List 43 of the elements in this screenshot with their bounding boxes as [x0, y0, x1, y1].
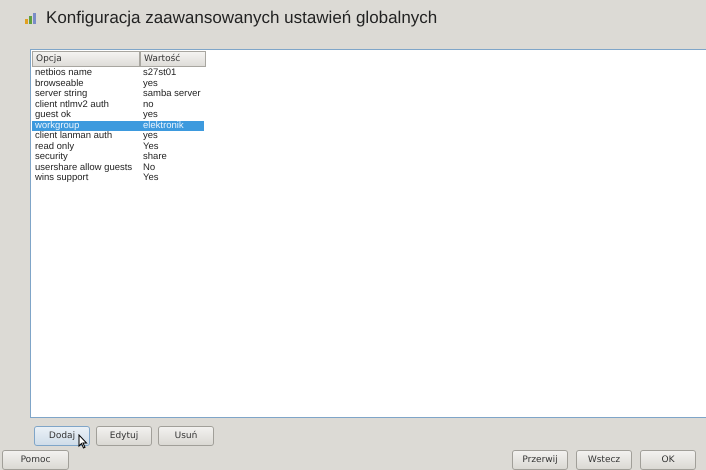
table-cell-text: share	[142, 152, 167, 162]
column-header[interactable]: Opcja	[32, 51, 140, 67]
table-cell-text: yes	[142, 78, 158, 89]
back-button[interactable]: Wstecz	[576, 450, 632, 470]
table-cell-text: server string	[34, 89, 88, 100]
table-cell-text: Yes	[142, 142, 158, 152]
table-cell-text: read only	[34, 142, 76, 152]
table-cell-text: yes	[142, 110, 158, 120]
table-row[interactable]: browseable yes	[32, 78, 204, 89]
table-row[interactable]: netbios name s27st01	[32, 68, 204, 78]
table-cell-text: workgroup	[34, 120, 80, 131]
column-header[interactable]: Wartość	[140, 51, 206, 67]
edit-button[interactable]: Edytuj	[96, 426, 152, 446]
table-cell-text: yes	[142, 131, 158, 142]
table-cell-text: elektronik	[142, 120, 184, 131]
table-cell-text: usershare allow guests	[34, 162, 134, 173]
remove-button[interactable]: Usuń	[158, 426, 214, 446]
table-cell-text: No	[142, 162, 156, 173]
table-cell-text: samba server	[142, 89, 201, 100]
table-row[interactable]: read only Yes	[32, 142, 204, 152]
ok-button[interactable]: OK	[640, 450, 696, 470]
table-cell-text: Yes	[142, 173, 158, 184]
table-row[interactable]: client lanman auth yes	[32, 131, 204, 142]
table-cell-text: browseable	[34, 78, 85, 89]
mouse-pointer-icon	[78, 434, 88, 449]
table-row[interactable]: guest ok yes	[32, 110, 204, 120]
table-cell-text: client lanman auth	[34, 131, 114, 142]
table-cell-text: guest ok	[34, 110, 72, 120]
app-icon	[24, 11, 38, 25]
table-row[interactable]: server string samba server	[32, 89, 204, 100]
table-cell-text: wins support	[34, 173, 90, 184]
window-title: Konfiguracja zaawansowanych ustawień globalnych	[46, 8, 438, 28]
table-row[interactable]: usershare allow guests No	[32, 162, 204, 173]
table-cell-text: s27st01	[142, 68, 176, 78]
table-row[interactable]: client ntlmv2 auth no	[32, 100, 204, 110]
table-row[interactable]: wins support Yes	[32, 173, 204, 184]
table-row[interactable]: security share	[32, 152, 204, 162]
help-button[interactable]: Pomoc	[2, 450, 69, 470]
table-cell-text: no	[142, 100, 154, 110]
table-cell-text: security	[34, 152, 69, 162]
table-cell-text: netbios name	[34, 68, 94, 78]
table-cell-text: client ntlmv2 auth	[34, 100, 110, 110]
abort-button[interactable]: Przerwij	[512, 450, 568, 470]
